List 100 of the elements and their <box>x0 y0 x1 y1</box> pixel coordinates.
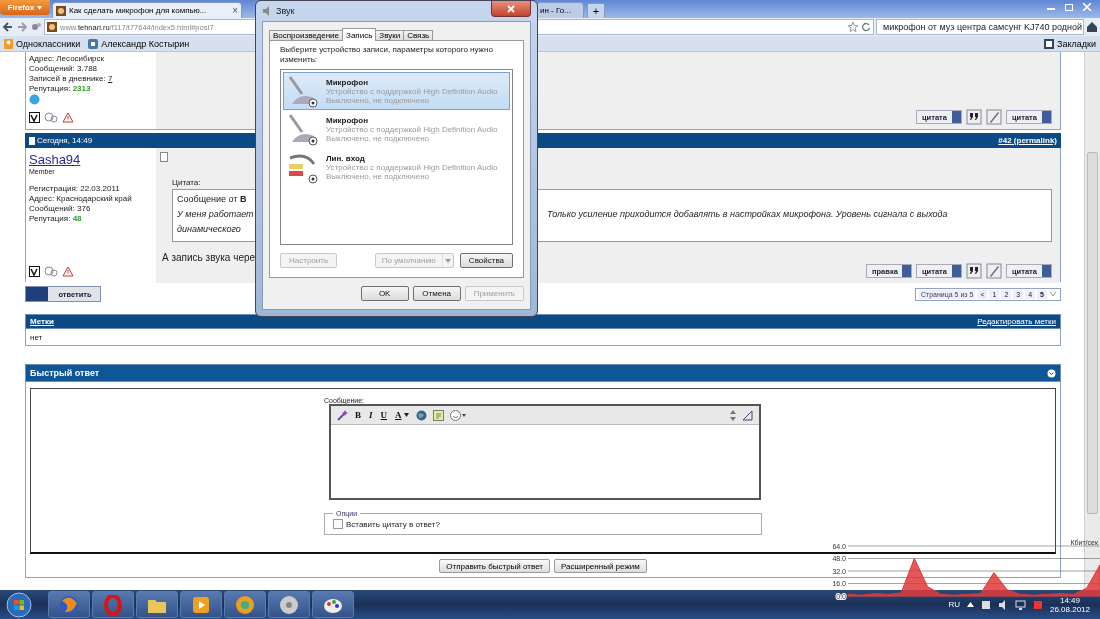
warning-icon <box>62 266 74 277</box>
device-name: Лин. вход <box>326 153 365 163</box>
edit-icon[interactable] <box>986 263 1002 279</box>
browser-tab[interactable]: Как сделать микрофон для компью... × <box>52 2 242 18</box>
close-tab-icon[interactable]: × <box>232 5 238 16</box>
taskbar-button[interactable] <box>180 591 222 618</box>
monitor-icon[interactable] <box>1014 599 1026 610</box>
vk-icon <box>29 266 40 277</box>
person-icon <box>4 38 13 49</box>
star-icon <box>848 22 858 32</box>
quote-text: динамического <box>177 224 241 236</box>
quote-icon[interactable] <box>966 109 982 125</box>
device-name: Микрофон <box>326 115 369 125</box>
clock[interactable]: 14:49 26.08.2012 <box>1049 595 1090 614</box>
taskbar-button[interactable] <box>136 591 178 618</box>
browser-tab[interactable]: ин - Го... <box>536 2 584 18</box>
speaker-icon[interactable] <box>997 599 1008 610</box>
site-icon <box>56 5 66 16</box>
device-status: Выключено, не подключено <box>326 133 430 143</box>
quick-reply-title: Быстрый ответ <box>30 368 100 378</box>
source-mode-icon[interactable] <box>742 409 753 421</box>
format-button[interactable]: U <box>379 410 389 420</box>
post-text: А запись звука чере <box>162 252 256 263</box>
microphone-icon <box>286 74 320 108</box>
quote-icon[interactable] <box>966 263 982 279</box>
user-info: Репутация: 48 <box>29 214 83 223</box>
device-description: Устройство с поддержкой High Definition Audio <box>326 124 498 134</box>
taskbar-button[interactable] <box>268 591 310 618</box>
form-button[interactable]: Расширенный режим <box>554 559 647 573</box>
text-color-button[interactable]: A <box>394 410 410 420</box>
dialog-tab[interactable]: Запись <box>342 28 377 41</box>
taskbar-button[interactable] <box>224 591 266 618</box>
user-info: Сообщений: 376 <box>29 204 92 213</box>
properties-button[interactable]: Свойства <box>459 253 513 268</box>
user-info: Записей в дневнике: 7 <box>29 74 114 83</box>
device-item[interactable]: Микрофон Устройство с поддержкой High Definition Audio Выключено, не подключено <box>283 72 510 110</box>
message-editor[interactable]: B I U A <box>329 404 761 500</box>
caret-up-icon[interactable] <box>966 602 974 607</box>
site-icon <box>47 22 57 32</box>
user-info: Сообщений: 3.788 <box>29 64 99 73</box>
device-name: Микрофон <box>326 77 369 87</box>
quote-text: Сообщение от В <box>177 194 247 206</box>
quote-text: У меня работает <box>177 209 254 221</box>
dialog-button[interactable]: OK <box>360 286 409 301</box>
document-icon <box>160 152 168 162</box>
instruction-text: Выберите устройство записи, параметры которого нужно изменить: <box>280 45 494 65</box>
device-status: Выключено, не подключено <box>326 95 430 105</box>
edit-tags-link[interactable]: Редактировать метки <box>977 317 1056 326</box>
message-field[interactable] <box>331 424 759 498</box>
back-icon[interactable] <box>2 21 14 33</box>
home-icon[interactable] <box>1086 21 1098 33</box>
user-info: Регистрация: 22.03.2011 <box>29 184 121 193</box>
device-item[interactable]: Микрофон Устройство с поддержкой High Definition Audio Выключено, не подключено <box>283 110 510 148</box>
close-icon[interactable] <box>1082 3 1092 11</box>
search-field[interactable]: микрофон от муз центра самсунг KJ740 родной <box>876 19 1084 35</box>
quote-checkbox[interactable]: Вставить цитату в ответ? <box>333 519 440 529</box>
ball-icon <box>235 594 255 615</box>
letter-tile-icon <box>88 38 99 49</box>
quote-text: Только усиление приходится добавлять в настройках микрофона. Уровень сигнала с выхода <box>547 209 948 221</box>
caret-icon <box>441 254 453 267</box>
speaker-icon <box>262 6 272 16</box>
edit-icon[interactable] <box>986 109 1002 125</box>
bookmark-link[interactable]: Александр Костырин <box>88 38 190 49</box>
username-link[interactable]: Sasha94 <box>29 152 153 167</box>
orb-icon <box>6 591 32 618</box>
dialog-button[interactable]: Отмена <box>412 286 461 301</box>
bookmarks-menu[interactable]: Закладки <box>1044 38 1096 49</box>
permalink[interactable]: #42 (permalink) <box>998 136 1057 145</box>
device-description: Устройство с поддержкой High Definition Audio <box>326 86 498 96</box>
taskbar-button[interactable] <box>48 591 90 618</box>
wand-icon[interactable] <box>337 409 348 421</box>
device-description: Устройство с поддержкой High Definition Audio <box>326 162 498 172</box>
new-tab-button[interactable]: + <box>587 3 605 18</box>
resize-icon[interactable] <box>730 409 736 421</box>
device-status: Выключено, не подключено <box>326 171 430 181</box>
ring-icon <box>103 594 123 615</box>
maximize-icon[interactable] <box>1064 3 1074 11</box>
dialog-title: Звук <box>276 6 295 16</box>
device-item[interactable]: Лин. вход Устройство с поддержкой High Definition Audio Выключено, не подключено <box>283 148 510 186</box>
close-button[interactable] <box>491 1 531 17</box>
collapse-icon[interactable] <box>1047 368 1056 378</box>
format-button[interactable]: I <box>368 410 374 420</box>
checkbox[interactable] <box>333 519 343 529</box>
warning-icon <box>62 112 74 123</box>
bookmarks-icon <box>1044 38 1055 49</box>
caret-icon <box>403 413 409 417</box>
note-icon[interactable] <box>432 409 444 421</box>
language-indicator[interactable]: RU <box>948 600 960 609</box>
smiley-icon[interactable] <box>449 409 466 421</box>
play-icon <box>192 595 210 614</box>
globe-icon[interactable] <box>415 409 427 421</box>
caret-icon[interactable] <box>1049 290 1057 298</box>
reload-icon[interactable] <box>861 22 871 32</box>
vk-icon <box>29 112 40 123</box>
taskbar-button[interactable] <box>312 591 354 618</box>
tags-title: Метки <box>30 317 54 326</box>
form-button[interactable]: Отправить быстрый ответ <box>439 559 550 573</box>
start-button[interactable] <box>4 591 34 618</box>
bookmark-link[interactable]: Одноклассники <box>4 38 81 49</box>
format-button[interactable]: B <box>354 410 362 420</box>
